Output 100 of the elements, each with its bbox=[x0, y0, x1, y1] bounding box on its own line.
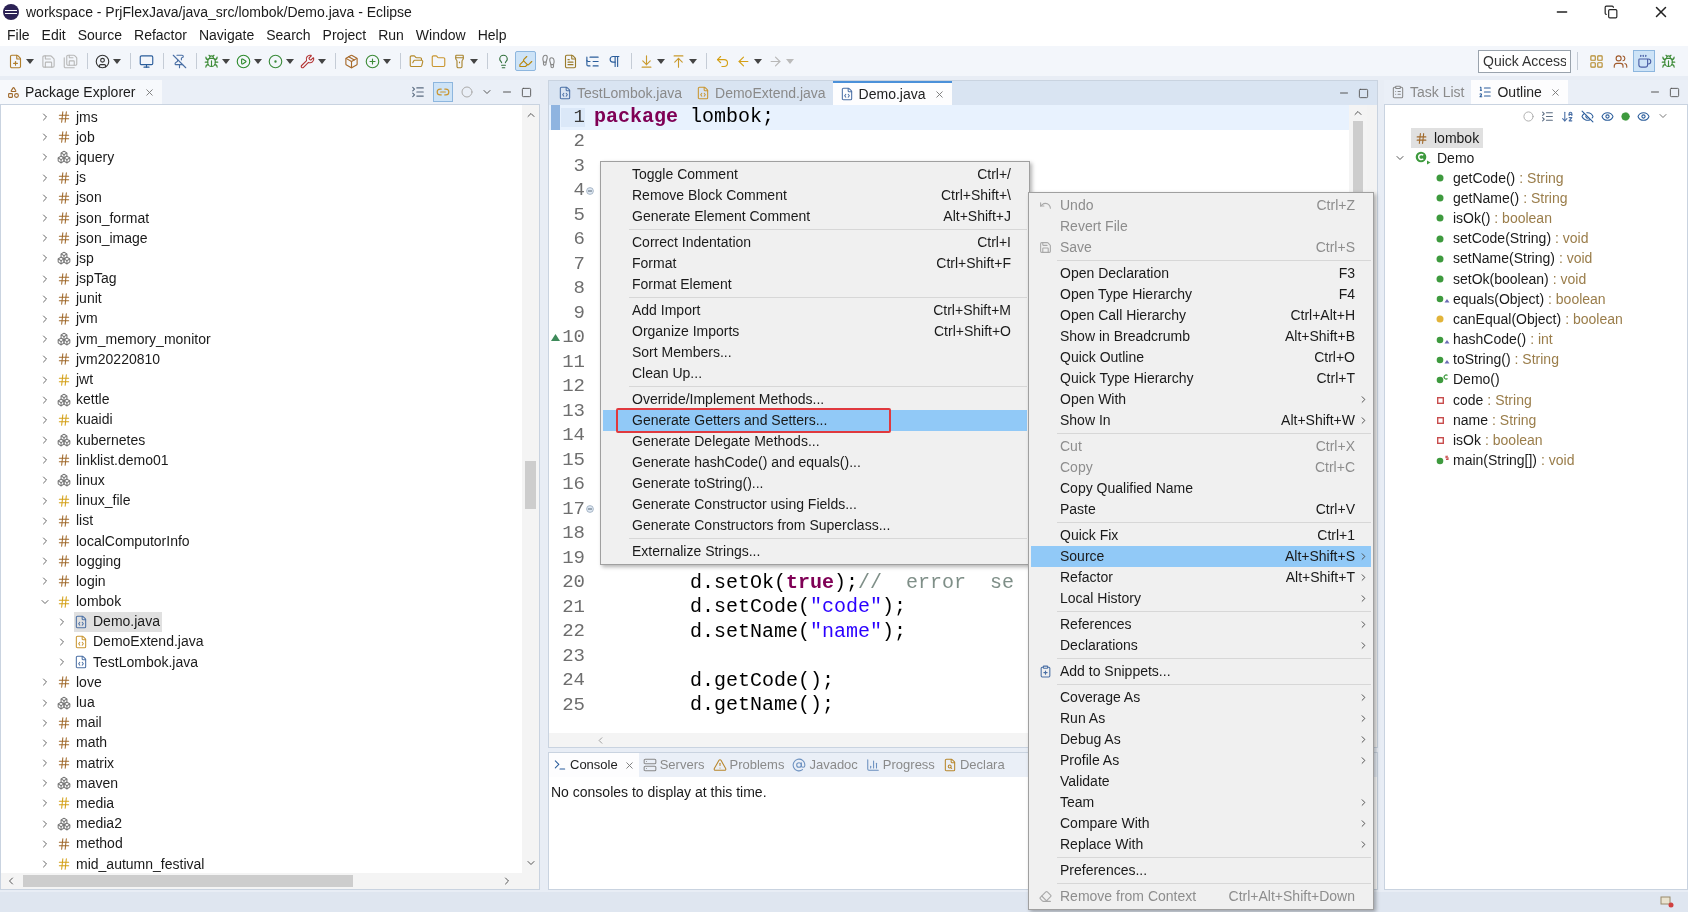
tree-item[interactable]: equals(Object) : boolean bbox=[1385, 289, 1687, 310]
horizontal-scrollbar[interactable] bbox=[1, 873, 539, 889]
tree-item[interactable]: setOk(boolean) : void bbox=[1385, 268, 1687, 290]
menu-item[interactable]: Override/Implement Methods... bbox=[603, 389, 1027, 410]
tree-item[interactable]: canEqual(Object) : boolean bbox=[1385, 309, 1687, 330]
menu-item[interactable]: Show In Alt+Shift+W bbox=[1031, 410, 1371, 431]
tree-item[interactable]: linux_file bbox=[57, 490, 133, 511]
menu-bar-item[interactable]: Edit bbox=[35, 24, 72, 46]
tree-item[interactable]: localComputorInfo bbox=[57, 530, 192, 552]
tree-item[interactable]: media2 bbox=[57, 813, 124, 834]
menu-item[interactable]: Source Alt+Shift+S bbox=[1031, 546, 1371, 567]
hide-local-types-icon[interactable] bbox=[1637, 109, 1650, 123]
menu-item[interactable]: Open Call Hierarchy Ctrl+Alt+H bbox=[1031, 305, 1371, 326]
menu-item[interactable]: Paste Ctrl+V bbox=[1031, 499, 1371, 520]
menu-item[interactable]: Quick Type Hierarchy Ctrl+T bbox=[1031, 368, 1371, 389]
caret-icon[interactable] bbox=[754, 58, 762, 64]
collapse-all-icon[interactable] bbox=[411, 85, 425, 99]
tree-item[interactable]: hashCode() : int bbox=[1385, 329, 1687, 350]
menu-item[interactable]: Open Declaration F3 bbox=[1031, 263, 1371, 284]
tree-item[interactable]: Demo bbox=[1411, 148, 1479, 168]
tree-item[interactable]: json_format bbox=[57, 207, 152, 229]
hide-non-public-icon[interactable] bbox=[1621, 111, 1630, 121]
tree-item[interactable]: jvm bbox=[57, 308, 100, 330]
tree-item[interactable]: login bbox=[57, 571, 108, 592]
maximize-icon[interactable] bbox=[1669, 86, 1680, 98]
tree-item[interactable]: junit bbox=[57, 288, 104, 309]
menu-item[interactable]: Add to Snippets... bbox=[1031, 661, 1371, 682]
tree-item[interactable]: jquery bbox=[57, 147, 117, 168]
menu-item[interactable]: Refactor Alt+Shift+T bbox=[1031, 567, 1371, 588]
caret-icon[interactable] bbox=[318, 58, 326, 64]
hide-static-icon[interactable] bbox=[1601, 109, 1614, 123]
menu-bar-item[interactable]: Refactor bbox=[128, 24, 193, 46]
menu-item[interactable]: Preferences... bbox=[1031, 860, 1371, 881]
tree-item[interactable]: main(String[]) : void bbox=[1385, 450, 1687, 471]
menu-item[interactable]: Generate Constructors from Superclass... bbox=[603, 515, 1027, 536]
tree-item[interactable]: setCode(String) : void bbox=[1385, 228, 1687, 249]
caret-icon[interactable] bbox=[689, 58, 697, 64]
tree-item[interactable]: jvm20220810 bbox=[57, 349, 163, 370]
tree-item[interactable]: DemoExtend.java bbox=[74, 631, 206, 653]
caret-icon[interactable] bbox=[222, 58, 230, 64]
restore-icon[interactable] bbox=[1604, 5, 1618, 19]
fold-icon[interactable] bbox=[585, 505, 594, 514]
caret-icon[interactable] bbox=[113, 58, 121, 64]
menu-bar-item[interactable]: Search bbox=[260, 24, 317, 46]
menu-item[interactable]: Format Ctrl+Shift+F bbox=[603, 253, 1027, 274]
focus-icon[interactable] bbox=[1523, 110, 1534, 122]
menu-bar-item[interactable]: Source bbox=[71, 24, 129, 46]
menu-item[interactable]: Generate Constructor using Fields... bbox=[603, 494, 1027, 515]
tree-item[interactable]: logging bbox=[57, 551, 124, 572]
tree-item[interactable]: kuaidi bbox=[57, 409, 115, 430]
menu-item[interactable]: Team bbox=[1031, 792, 1371, 813]
tree-item[interactable]: isOk() : boolean bbox=[1385, 208, 1687, 229]
maximize-icon[interactable] bbox=[521, 86, 532, 98]
tree-item[interactable]: mail bbox=[57, 712, 104, 733]
sort-icon[interactable] bbox=[1561, 109, 1574, 123]
tree-item[interactable]: Demo() bbox=[1385, 369, 1687, 391]
menu-item[interactable]: Profile As bbox=[1031, 750, 1371, 771]
tree-item[interactable]: jsp bbox=[57, 248, 96, 269]
menu-item[interactable]: Show in Breadcrumb Alt+Shift+B bbox=[1031, 326, 1371, 347]
menu-item[interactable]: Add Import Ctrl+Shift+M bbox=[603, 300, 1027, 321]
menu-item[interactable]: Format Element bbox=[603, 274, 1027, 295]
tree-item[interactable]: math bbox=[57, 732, 110, 753]
tab[interactable]: Console bbox=[549, 753, 639, 777]
tree-item[interactable]: jvm_memory_monitor bbox=[57, 329, 213, 350]
tree-item[interactable]: getCode() : String bbox=[1385, 168, 1687, 189]
menu-item[interactable]: Quick Outline Ctrl+O bbox=[1031, 347, 1371, 368]
menu-item[interactable]: Open With bbox=[1031, 389, 1371, 410]
tree-item[interactable]: json bbox=[57, 187, 104, 208]
menu-item[interactable]: Remove Block Comment Ctrl+Shift+\ bbox=[603, 185, 1027, 206]
menu-item[interactable]: Generate toString()... bbox=[603, 473, 1027, 494]
menu-item[interactable]: Sort Members... bbox=[603, 342, 1027, 363]
tree-item[interactable]: matrix bbox=[57, 753, 117, 774]
caret-icon[interactable] bbox=[657, 58, 665, 64]
tree-item[interactable]: json_image bbox=[57, 228, 150, 249]
tree-item[interactable]: linux bbox=[57, 470, 107, 491]
tree-item[interactable]: TestLombok.java bbox=[74, 652, 201, 673]
menu-item[interactable]: Generate hashCode() and equals()... bbox=[603, 452, 1027, 473]
menu-item[interactable]: Externalize Strings... bbox=[603, 541, 1027, 562]
menu-item[interactable]: Clean Up... bbox=[603, 363, 1027, 384]
tree-item[interactable]: name : String bbox=[1385, 410, 1687, 431]
menu-item[interactable]: Validate bbox=[1031, 771, 1371, 792]
tree-item[interactable]: lombok bbox=[1411, 128, 1484, 148]
tree-item[interactable]: code : String bbox=[1385, 390, 1687, 411]
tree-item[interactable]: js bbox=[57, 167, 89, 188]
caret-icon[interactable] bbox=[383, 58, 391, 64]
menu-item[interactable]: Copy Qualified Name bbox=[1031, 478, 1371, 499]
tree-item[interactable]: list bbox=[57, 510, 96, 531]
tree-item[interactable]: linklist.demo01 bbox=[57, 450, 171, 471]
menu-item[interactable]: Run As bbox=[1031, 708, 1371, 729]
tree-item[interactable]: jspTag bbox=[57, 268, 119, 289]
tree-item[interactable]: setName(String) : void bbox=[1385, 248, 1687, 269]
menu-bar-item[interactable]: Project bbox=[316, 24, 373, 46]
link-button[interactable] bbox=[433, 82, 453, 102]
tab[interactable]: Outline bbox=[1471, 80, 1568, 104]
quick-access-field[interactable]: Quick Access bbox=[1478, 49, 1571, 73]
scroll-thumb[interactable] bbox=[23, 875, 353, 887]
menu-item[interactable]: Generate Element Comment Alt+Shift+J bbox=[603, 206, 1027, 227]
tree-item[interactable]: Demo.java bbox=[74, 611, 162, 632]
tree-item[interactable]: kubernetes bbox=[57, 430, 148, 451]
caret-icon[interactable] bbox=[26, 58, 34, 64]
